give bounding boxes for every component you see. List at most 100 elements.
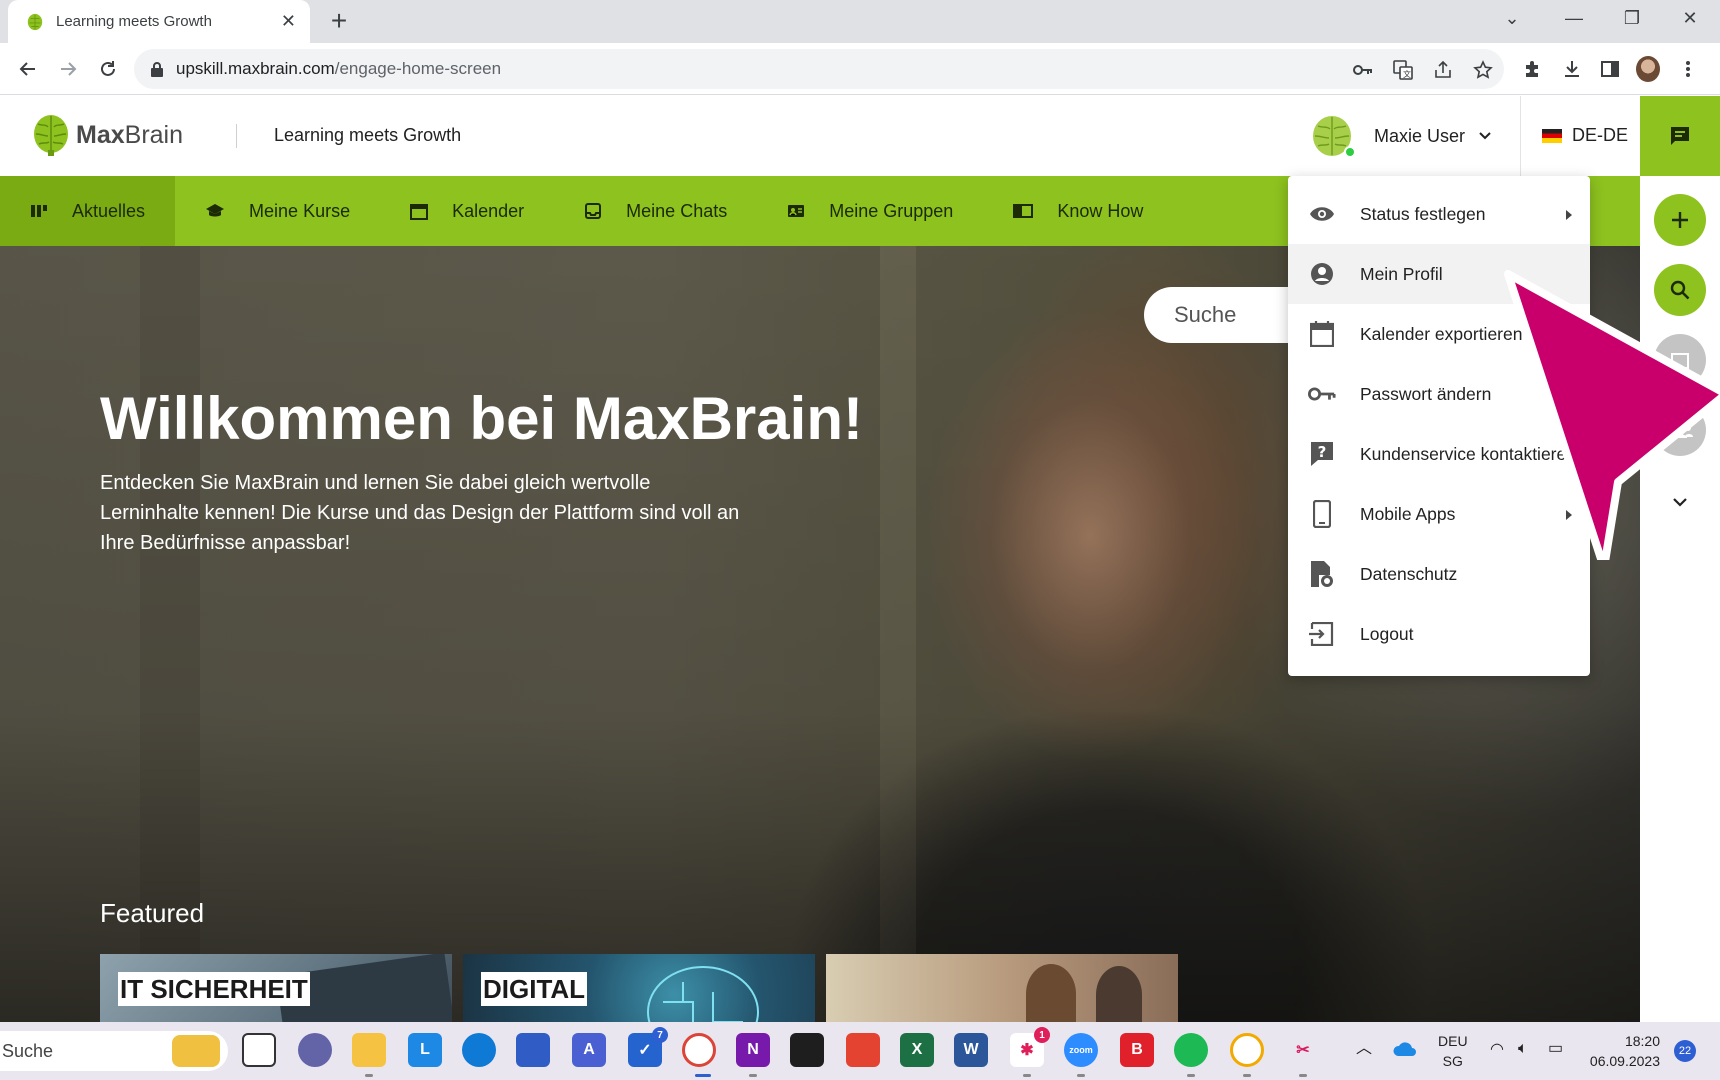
todo-icon[interactable]: ✓ 7	[628, 1027, 668, 1067]
address-bar[interactable]: upskill.maxbrain.com/engage-home-screen …	[134, 49, 1504, 89]
hero-description: Entdecken Sie MaxBrain und lernen Sie da…	[100, 472, 740, 554]
tab-title: Learning meets Growth	[56, 13, 212, 30]
figma-icon[interactable]	[790, 1033, 824, 1067]
phone-icon	[1308, 500, 1336, 528]
onedrive-icon[interactable]	[1390, 1034, 1420, 1064]
clock-date: 06.09.2023	[1589, 1053, 1660, 1069]
featured-card[interactable]: IT SICHERHEIT	[100, 954, 452, 1022]
extensions-puzzle-icon[interactable]	[1520, 57, 1544, 81]
nav-item-meine-kurse[interactable]: Meine Kurse	[175, 176, 380, 246]
volume-icon[interactable]: 🔈︎	[1518, 1039, 1528, 1059]
translate-icon[interactable]: 文	[1392, 59, 1414, 81]
downloads-icon[interactable]	[1560, 57, 1584, 81]
b-app-icon[interactable]: B	[1120, 1033, 1154, 1067]
password-key-icon[interactable]	[1352, 59, 1374, 81]
browser-tab[interactable]: Learning meets Growth ✕	[8, 0, 310, 43]
chat-button[interactable]	[1640, 96, 1720, 176]
user-menu-trigger[interactable]: Maxie User	[1310, 112, 1491, 160]
bookmark-star-icon[interactable]	[1472, 59, 1494, 81]
minimize-button[interactable]: —	[1554, 8, 1594, 34]
new-tab-button[interactable]: +	[324, 6, 354, 36]
battery-icon[interactable]: ▭	[1548, 1039, 1563, 1059]
tab-close-icon[interactable]: ✕	[281, 11, 296, 32]
menu-item-logout[interactable]: Logout	[1288, 604, 1590, 664]
forward-button[interactable]	[54, 55, 82, 83]
nav-item-know-how[interactable]: Know How	[983, 176, 1173, 246]
card-image-person	[1026, 964, 1076, 1022]
store-icon[interactable]	[516, 1033, 550, 1067]
featured-card[interactable]	[826, 954, 1178, 1022]
browser-menu-icon[interactable]	[1676, 57, 1700, 81]
reload-icon	[101, 61, 115, 76]
wifi-icon[interactable]: ◠	[1490, 1040, 1504, 1060]
calendar-icon	[1308, 321, 1336, 347]
todoist-icon[interactable]	[846, 1033, 880, 1067]
add-button[interactable]	[1654, 194, 1706, 246]
browser-tab-strip: Learning meets Growth ✕ + ⌄ — ❐ ✕	[0, 0, 1720, 43]
nav-item-kalender[interactable]: Kalender	[380, 176, 554, 246]
clock[interactable]: 18:20 06.09.2023	[1588, 1031, 1660, 1071]
header-separator	[1520, 96, 1521, 176]
lang-top: DEU	[1438, 1033, 1468, 1049]
side-panel-icon[interactable]	[1598, 57, 1622, 81]
tab-search-chevron-icon[interactable]: ⌄	[1492, 8, 1532, 34]
svg-text:?: ?	[1318, 443, 1327, 461]
input-language[interactable]: DEU SG	[1438, 1031, 1468, 1071]
back-arrow-icon	[19, 62, 35, 76]
forward-arrow-icon	[61, 62, 77, 76]
header-divider	[236, 124, 237, 148]
plus-icon	[1672, 212, 1688, 228]
running-indicator	[1243, 1074, 1251, 1077]
menu-item-status-festlegen[interactable]: Status festlegen	[1288, 184, 1590, 244]
edge-icon[interactable]	[462, 1033, 496, 1067]
close-window-button[interactable]: ✕	[1670, 8, 1710, 34]
excel-icon[interactable]: X	[900, 1033, 934, 1067]
taskbar-search[interactable]: Suche	[0, 1031, 228, 1071]
nav-label: Aktuelles	[72, 200, 146, 221]
zoom-icon[interactable]: zoom	[1064, 1033, 1098, 1067]
l-app-icon[interactable]: L	[408, 1033, 442, 1067]
key-icon	[1308, 386, 1336, 402]
back-button[interactable]	[14, 55, 42, 83]
menu-item-label: Datenschutz	[1360, 563, 1458, 584]
chrome-icon[interactable]	[682, 1033, 716, 1067]
nav-label: Kalender	[452, 200, 525, 221]
featured-heading: Featured	[100, 898, 205, 928]
featured-card-title: DIGITAL	[481, 972, 588, 1006]
notification-badge[interactable]: 22	[1674, 1040, 1696, 1062]
caret-right-icon	[1566, 204, 1572, 225]
onenote-icon[interactable]: N	[736, 1033, 770, 1067]
vpn-icon[interactable]	[1230, 1033, 1264, 1067]
card-image-person	[1096, 966, 1142, 1022]
slack-icon[interactable]: ✱ 1	[1010, 1027, 1050, 1067]
reload-button[interactable]	[94, 55, 122, 83]
share-icon[interactable]	[1432, 59, 1454, 81]
header-tagline: Learning meets Growth	[274, 125, 462, 145]
nav-item-meine-chats[interactable]: Meine Chats	[554, 176, 757, 246]
nav-item-meine-gruppen[interactable]: Meine Gruppen	[757, 176, 983, 246]
file-explorer-icon[interactable]	[352, 1033, 386, 1067]
word-icon[interactable]: W	[954, 1033, 988, 1067]
url-host: upskill.maxbrain.com	[176, 59, 335, 78]
featured-card[interactable]: DIGITAL	[463, 954, 815, 1022]
todo-badge: 7	[652, 1027, 668, 1043]
language-selector[interactable]: DE-DE	[1542, 125, 1628, 146]
spotify-icon[interactable]	[1174, 1033, 1208, 1067]
brain-favicon-icon	[27, 13, 43, 30]
profile-avatar-icon[interactable]	[1636, 56, 1660, 82]
menu-item-label: Mein Profil	[1360, 263, 1443, 284]
hero-search-placeholder: Suche	[1174, 302, 1237, 327]
chat-message-icon	[1671, 127, 1689, 145]
task-view-icon[interactable]	[242, 1033, 276, 1067]
nav-label: Know How	[1057, 200, 1144, 221]
hero-title: Willkommen bei MaxBrain!	[100, 385, 863, 452]
affinity-icon[interactable]: A	[572, 1033, 606, 1067]
maxbrain-logo[interactable]: MaxBrain	[32, 114, 183, 156]
snipping-tool-icon[interactable]: ✂	[1286, 1033, 1320, 1067]
taskbar-search-placeholder: Suche	[2, 1040, 54, 1061]
nav-label: Meine Kurse	[249, 200, 351, 221]
teams-chat-icon[interactable]	[298, 1033, 332, 1067]
restore-button[interactable]: ❐	[1612, 8, 1652, 34]
nav-item-aktuelles[interactable]: Aktuelles	[0, 176, 176, 246]
tray-overflow-icon[interactable]: ︿	[1356, 1039, 1372, 1059]
